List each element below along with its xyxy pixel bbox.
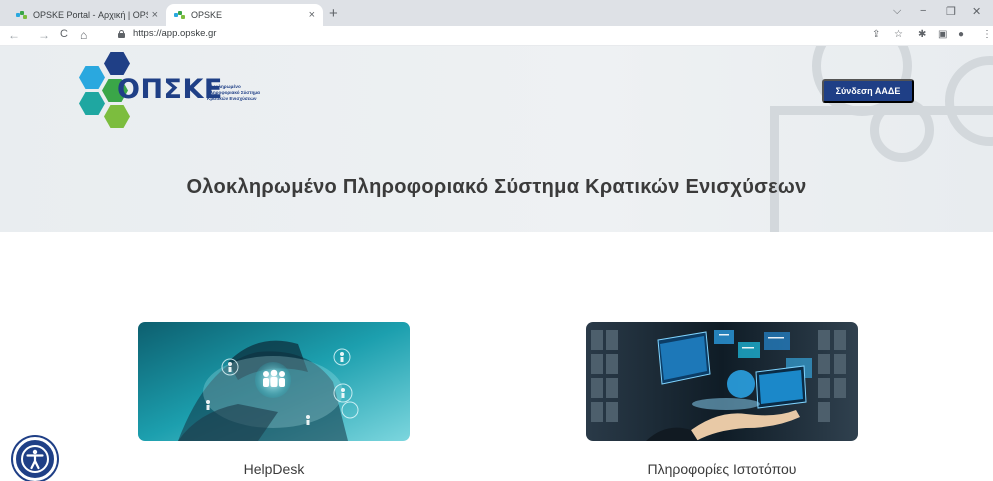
decorative-circle (945, 56, 993, 146)
profile-avatar-icon[interactable]: ● (958, 29, 964, 40)
decorative-line (770, 106, 993, 115)
page-title: Ολοκληρωμένο Πληροφοριακό Σύστημα Κρατικ… (186, 176, 807, 198)
browser-tab-opske-portal[interactable]: OPSKE Portal - Αρχική | OPSKE P × (8, 4, 166, 26)
back-icon[interactable]: ← (8, 28, 20, 42)
site-info-label[interactable]: Πληροφορίες Ιστοτόπου (586, 461, 858, 477)
new-tab-button[interactable]: + (329, 5, 338, 22)
bookmark-star-icon[interactable]: ☆ (894, 29, 903, 40)
helpdesk-image[interactable] (138, 322, 410, 441)
tab-title: OPSKE (191, 10, 223, 20)
logo-hex-teal (79, 92, 105, 115)
decorative-line (770, 106, 779, 232)
share-icon[interactable]: ⇪ (872, 29, 880, 40)
forward-icon[interactable]: → (38, 28, 50, 42)
close-window-icon[interactable]: ✕ (972, 5, 981, 18)
helpdesk-label[interactable]: HelpDesk (138, 461, 410, 477)
lock-icon (118, 29, 125, 38)
logo-subtitle: Ολοκληρωμένο Πληροφοριακό Σύστημα Κρατικ… (207, 84, 260, 101)
address-bar[interactable]: https://app.opske.gr (118, 28, 216, 39)
tab-title: OPSKE Portal - Αρχική | OPSKE P (33, 10, 148, 20)
aade-login-button[interactable]: Σύνδεση ΑΑΔΕ (822, 79, 914, 103)
accessibility-icon (21, 445, 49, 473)
accessibility-button[interactable] (13, 437, 57, 481)
logo-hex-lime (104, 105, 130, 128)
reload-icon[interactable]: C (60, 28, 68, 40)
site-info-image[interactable] (586, 322, 858, 441)
browser-toolbar: ← → C ⌂ https://app.opske.gr ⇪ ☆ ✱ ▣ ● ⋮ (0, 26, 993, 46)
browser-menu-icon[interactable]: ⋮ (982, 29, 992, 40)
side-panel-icon[interactable]: ▣ (938, 29, 947, 40)
opske-logo[interactable]: ΟΠΣΚΕ Ολοκληρωμένο Πληροφοριακό Σύστημα … (74, 52, 314, 132)
tab-close-icon[interactable]: × (309, 9, 315, 21)
url-text: https://app.opske.gr (133, 28, 217, 39)
logo-hex-navy (104, 52, 130, 75)
minimize-icon[interactable]: − (920, 5, 926, 17)
tab-search-dropdown-icon[interactable]: ⌵ (893, 5, 901, 18)
logo-hex-sky (79, 66, 105, 89)
extensions-icon[interactable]: ✱ (918, 29, 926, 40)
restore-icon[interactable]: ❐ (946, 5, 956, 18)
browser-tab-opske[interactable]: OPSKE × (166, 4, 323, 26)
home-icon[interactable]: ⌂ (80, 28, 87, 42)
opske-favicon (16, 10, 28, 20)
tab-close-icon[interactable]: × (152, 9, 158, 21)
opske-favicon (174, 10, 186, 20)
browser-tab-strip: OPSKE Portal - Αρχική | OPSKE P × OPSKE … (0, 0, 993, 26)
